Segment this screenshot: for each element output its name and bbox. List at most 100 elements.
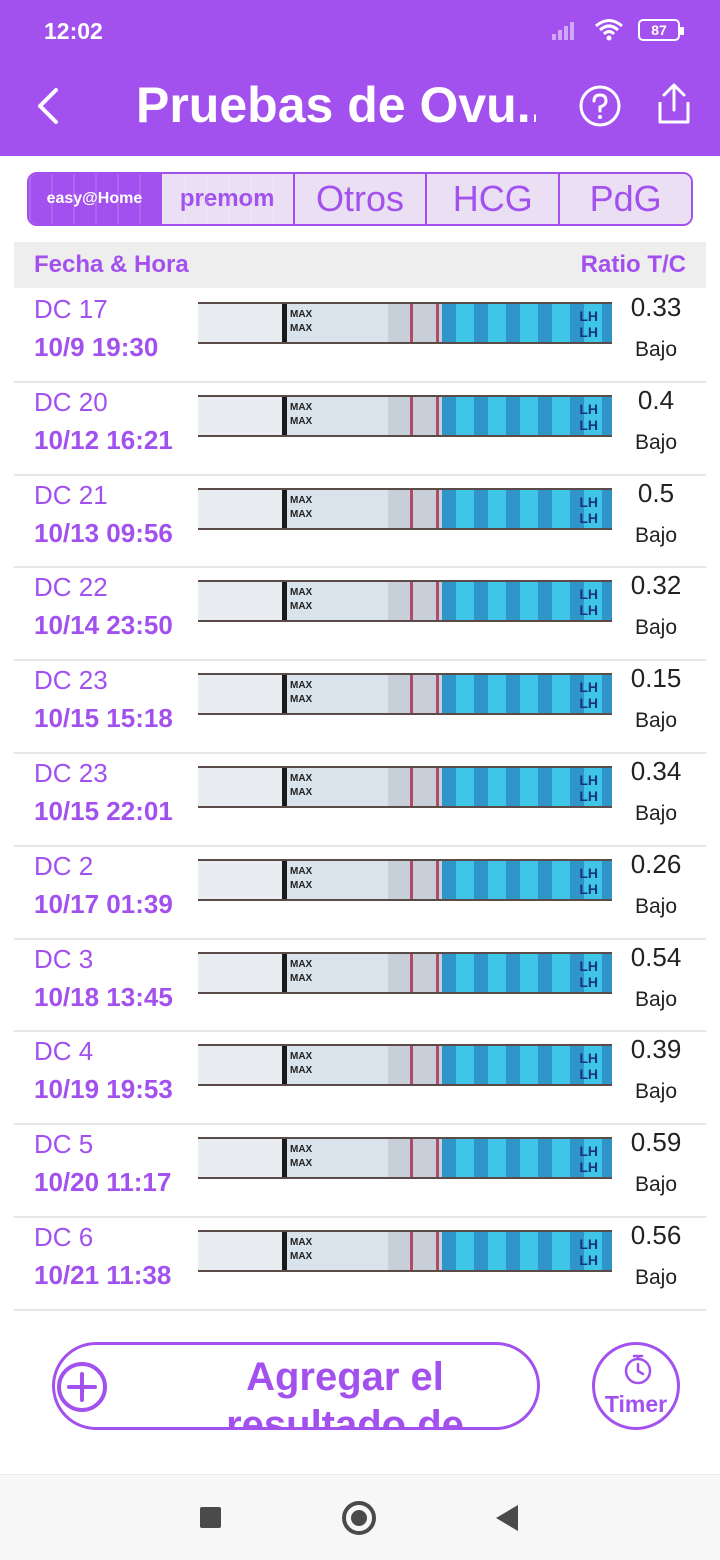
tab-pdg[interactable]: PdG [560, 174, 691, 224]
test-strip-image: MAX MAX LH LH [198, 858, 612, 901]
level-label: Bajo [634, 1265, 678, 1289]
max-mark: MAX MAX [290, 1236, 313, 1262]
lh-mark: LH LH [579, 957, 598, 990]
control-line [436, 860, 439, 899]
level-label: Bajo [634, 1173, 678, 1197]
home-circle-icon[interactable] [342, 1501, 376, 1535]
status-icons: 87 [552, 18, 684, 42]
lh-mark: LH LH [579, 493, 598, 526]
recents-square-icon[interactable] [200, 1507, 221, 1528]
level-label: Bajo [634, 616, 678, 640]
level-label: Bajo [634, 894, 678, 918]
test-datetime: 10/19 19:53 [34, 1074, 173, 1105]
test-line [410, 675, 413, 714]
app-bar: 12:02 87 Pruebas de Ovu... [0, 0, 720, 156]
control-line [436, 675, 439, 714]
tab-otros[interactable]: Otros [294, 174, 428, 224]
test-strip-image: MAX MAX LH LH [198, 1229, 612, 1272]
plus-circle-icon [57, 1362, 107, 1412]
tab-easy-home[interactable]: easy@Home [29, 174, 162, 224]
back-triangle-icon[interactable] [496, 1505, 518, 1531]
lh-mark: LH LH [579, 1050, 598, 1083]
cycle-day: DC 17 [34, 294, 108, 324]
back-arrow-icon [38, 88, 58, 124]
test-datetime: 10/21 11:38 [34, 1259, 172, 1290]
test-datetime: 10/17 01:39 [34, 888, 173, 919]
status-time: 12:02 [44, 18, 103, 44]
test-row[interactable]: DC 20 10/12 16:21 MAX MAX LH LH 0.4 Bajo [14, 383, 706, 476]
cycle-day: DC 6 [34, 1221, 94, 1252]
test-datetime: 10/18 13:45 [34, 981, 173, 1012]
control-line [436, 396, 439, 435]
max-mark: MAX MAX [290, 587, 313, 613]
help-circle-icon [579, 85, 621, 127]
test-row[interactable]: DC 22 10/14 23:50 MAX MAX LH LH 0.32 Bajo [14, 568, 706, 662]
share-icon [658, 83, 690, 124]
tab-hcg[interactable]: HCG [427, 174, 561, 224]
level-label: Bajo [634, 987, 678, 1011]
stopwatch-icon [624, 1354, 652, 1385]
control-line [436, 1231, 439, 1270]
lh-mark: LH LH [579, 1235, 598, 1268]
lh-mark: LH LH [579, 679, 598, 712]
max-mark: MAX MAX [290, 772, 313, 798]
test-strip-image: MAX MAX LH LH [198, 302, 612, 344]
control-line [436, 767, 439, 806]
max-mark: MAX MAX [290, 309, 313, 334]
back-button[interactable] [28, 80, 72, 130]
add-result-button[interactable]: Agregar el resultado de [52, 1342, 540, 1430]
cycle-day: DC 3 [34, 943, 94, 974]
test-list: DC 17 10/9 19:30 MAX MAX LH LH 0.33 Bajo D… [14, 290, 706, 1311]
max-mark: MAX MAX [290, 958, 313, 984]
test-row[interactable]: DC 23 10/15 22:01 MAX MAX LH LH 0.34 Bajo [14, 754, 706, 847]
control-line [436, 582, 439, 621]
share-button[interactable] [652, 80, 696, 126]
test-line [410, 396, 413, 435]
level-label: Bajo [634, 338, 678, 361]
control-line [436, 1139, 439, 1178]
test-row[interactable]: DC 5 10/20 11:17 MAX MAX LH LH 0.59 Bajo [14, 1125, 706, 1218]
level-label: Bajo [634, 1080, 678, 1104]
test-row[interactable]: DC 17 10/9 19:30 MAX MAX LH LH 0.33 Bajo [14, 290, 706, 383]
lh-mark: LH LH [579, 586, 598, 619]
cycle-day: DC 23 [34, 665, 108, 696]
signal-icon [552, 22, 574, 40]
ratio-value: 0.34 [630, 755, 682, 786]
test-line [410, 860, 413, 899]
test-datetime: 10/13 09:56 [34, 517, 173, 548]
test-datetime: 10/14 23:50 [34, 610, 173, 641]
test-strip-image: MAX MAX LH LH [198, 487, 612, 530]
test-row[interactable]: DC 3 10/18 13:45 MAX MAX LH LH 0.54 Bajo [14, 940, 706, 1033]
test-row[interactable]: DC 4 10/19 19:53 MAX MAX LH LH 0.39 Bajo [14, 1032, 706, 1126]
help-button[interactable] [578, 84, 622, 128]
test-row[interactable]: DC 6 10/21 11:38 MAX MAX LH LH 0.56 Bajo [14, 1218, 706, 1311]
tab-premom[interactable]: premom [161, 174, 295, 224]
cycle-day: DC 4 [34, 1036, 94, 1067]
lh-mark: LH LH [579, 400, 598, 433]
test-strip-image: MAX MAX LH LH [198, 765, 612, 808]
control-line [436, 953, 439, 992]
ratio-value: 0.32 [630, 570, 682, 601]
ratio-value: 0.4 [637, 384, 675, 415]
add-result-label: Agregar el resultado de [226, 1355, 464, 1430]
lh-mark: LH LH [579, 308, 598, 340]
test-strip-image: MAX MAX LH LH [198, 394, 612, 437]
max-mark: MAX MAX [290, 865, 313, 891]
control-line [436, 489, 439, 528]
test-strip-image: MAX MAX LH LH [198, 673, 612, 716]
test-strip-image: MAX MAX LH LH [198, 1137, 612, 1180]
cycle-day: DC 22 [34, 572, 108, 603]
test-line [410, 1231, 413, 1270]
test-line [410, 304, 413, 342]
battery-icon: 87 [638, 19, 684, 41]
test-datetime: 10/9 19:30 [34, 332, 159, 362]
ratio-column-header: Ratio T/C [580, 251, 686, 278]
ratio-value: 0.59 [630, 1127, 682, 1158]
test-line [410, 767, 413, 806]
timer-button[interactable]: Timer [592, 1342, 680, 1430]
test-row[interactable]: DC 23 10/15 15:18 MAX MAX LH LH 0.15 Bajo [14, 661, 706, 754]
test-row[interactable]: DC 2 10/17 01:39 MAX MAX LH LH 0.26 Bajo [14, 847, 706, 940]
cycle-day: DC 2 [34, 850, 94, 881]
test-row[interactable]: DC 21 10/13 09:56 MAX MAX LH LH 0.5 Bajo [14, 476, 706, 569]
level-label: Bajo [634, 523, 678, 547]
